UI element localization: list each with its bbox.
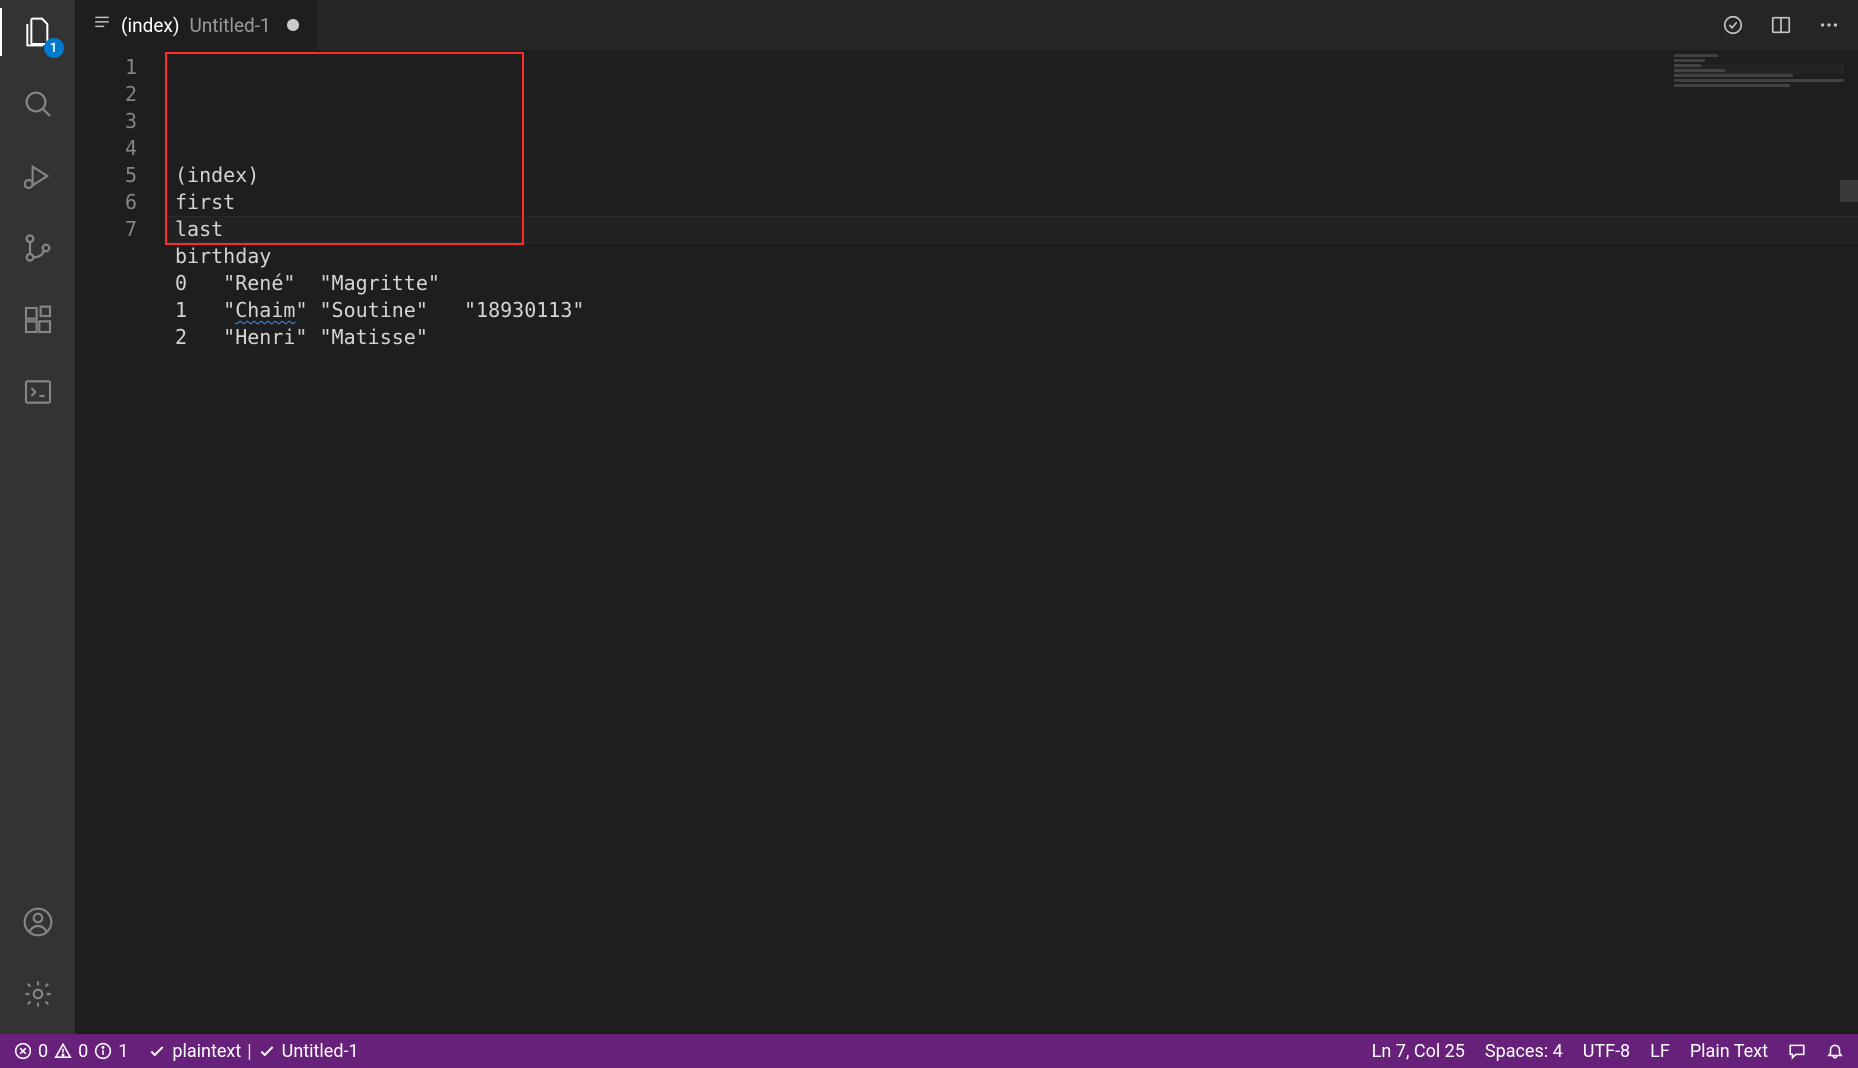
dirty-indicator-icon	[287, 19, 299, 31]
status-check-right: Untitled-1	[282, 1041, 359, 1062]
file-lines-icon	[93, 14, 111, 37]
code-line[interactable]: 0 "René" "Magritte"	[175, 270, 1858, 297]
info-squiggle: Chaim	[235, 298, 295, 322]
warning-icon	[54, 1042, 72, 1060]
ellipsis-icon	[1818, 14, 1840, 36]
code-line[interactable]: 1 "Chaim" "Soutine" "18930113"	[175, 297, 1858, 324]
activity-search[interactable]	[14, 84, 62, 124]
status-check-left: plaintext	[172, 1041, 241, 1062]
run-debug-icon	[22, 160, 54, 192]
code-line[interactable]: 2 "Henri" "Matisse"	[175, 324, 1858, 351]
split-editor-button[interactable]	[1770, 14, 1792, 36]
status-notifications[interactable]	[1826, 1042, 1844, 1060]
more-actions-button[interactable]	[1818, 14, 1840, 36]
check-icon	[258, 1042, 276, 1060]
editor-title-actions	[1704, 0, 1858, 50]
activity-explorer[interactable]: 1	[14, 12, 62, 52]
feedback-icon	[1788, 1042, 1806, 1060]
extensions-icon	[22, 304, 54, 336]
error-icon	[14, 1042, 32, 1060]
workbench: 1 (index)	[0, 0, 1858, 1034]
activity-run-debug[interactable]	[14, 156, 62, 196]
source-control-icon	[22, 232, 54, 264]
code-line[interactable]: last	[175, 216, 1858, 243]
tab-title-secondary: Untitled-1	[189, 14, 270, 37]
compare-icon	[1722, 14, 1744, 36]
line-number-gutter: 1234567	[75, 50, 167, 1034]
compare-changes-button[interactable]	[1722, 14, 1744, 36]
status-info-count: 1	[118, 1041, 128, 1062]
check-icon	[148, 1042, 166, 1060]
activity-extensions[interactable]	[14, 300, 62, 340]
status-eol[interactable]: LF	[1650, 1041, 1670, 1062]
split-icon	[1770, 14, 1792, 36]
bell-icon	[1826, 1042, 1844, 1060]
account-icon	[22, 906, 54, 938]
code-line[interactable]: (index)	[175, 162, 1858, 189]
activity-terminal[interactable]	[14, 372, 62, 412]
scrollbar-thumb[interactable]	[1840, 180, 1858, 202]
editor-group: (index) Untitled-1 1234567	[75, 0, 1858, 1034]
activity-source-control[interactable]	[14, 228, 62, 268]
status-warnings-count: 0	[78, 1041, 88, 1062]
info-icon	[94, 1042, 112, 1060]
code-line[interactable]: first	[175, 189, 1858, 216]
code-area[interactable]: (index)firstlastbirthday0 "René" "Magrit…	[167, 50, 1858, 1034]
code-line[interactable]: birthday	[175, 243, 1858, 270]
explorer-badge: 1	[44, 38, 64, 58]
status-bar: 0 0 1 plaintext | Untitled-1 Ln 7, Col 2…	[0, 1034, 1858, 1068]
status-language-mode[interactable]: Plain Text	[1690, 1041, 1768, 1062]
status-cursor-position[interactable]: Ln 7, Col 25	[1372, 1041, 1465, 1062]
status-encoding[interactable]: UTF-8	[1583, 1041, 1630, 1062]
search-icon	[22, 88, 54, 120]
status-language-check[interactable]: plaintext | Untitled-1	[148, 1041, 358, 1062]
activity-accounts[interactable]	[14, 902, 62, 942]
editor-body[interactable]: 1234567 (index)firstlastbirthday0 "René"…	[75, 50, 1858, 1034]
status-errors-count: 0	[38, 1041, 48, 1062]
tab-untitled[interactable]: (index) Untitled-1	[75, 0, 318, 50]
tab-title-primary: (index)	[121, 14, 179, 37]
status-problems[interactable]: 0 0 1	[14, 1041, 128, 1062]
status-indentation[interactable]: Spaces: 4	[1485, 1041, 1563, 1062]
activity-bar: 1	[0, 0, 75, 1034]
terminal-icon	[22, 376, 54, 408]
activity-settings[interactable]	[14, 974, 62, 1014]
tab-bar: (index) Untitled-1	[75, 0, 1858, 50]
gear-icon	[22, 978, 54, 1010]
status-feedback[interactable]	[1788, 1042, 1806, 1060]
